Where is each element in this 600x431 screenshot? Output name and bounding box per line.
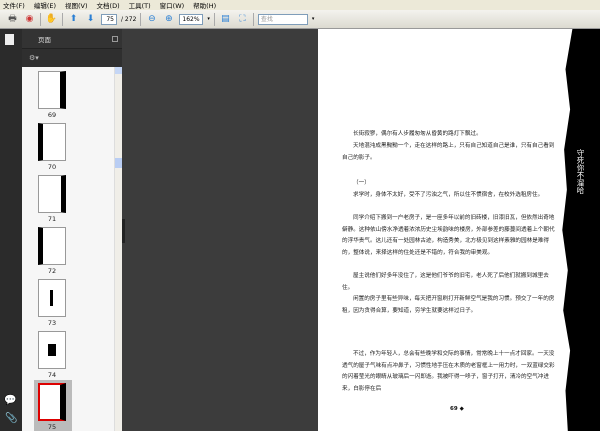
options-row: ⚙▾ <box>22 49 122 66</box>
thumbnail-label: 73 <box>47 319 57 327</box>
zoom-out-icon[interactable]: ⊖ <box>145 13 158 25</box>
thumbnail-label: 70 <box>47 163 57 171</box>
hand-icon[interactable]: ✋ <box>45 13 58 25</box>
paragraph: 求学时，身体不太好，受不了污浊之气，所以住不惯宿舍，在校外选租房住。 <box>353 192 544 198</box>
page-thumbnail[interactable] <box>38 331 66 369</box>
paragraph: 闲置的房子里有些异味，每天把开窗刷打开新鲜空气是我的习惯。预交了一年的房租，因为… <box>342 296 555 314</box>
ink-border-decoration <box>562 29 600 431</box>
thumbnail-label: 72 <box>47 267 57 275</box>
menu-window[interactable]: 窗口(W) <box>160 0 185 10</box>
page-thumbnail-selected[interactable] <box>38 383 66 421</box>
paragraph: 同学介绍下搬到一户老房子，是一座多年以前的旧砖楼，旧漆旧瓦，但依然出奇地僻静。这… <box>342 215 555 256</box>
panel-options-icon[interactable] <box>112 35 118 42</box>
zoom-dropdown-icon[interactable]: ▾ <box>207 16 210 22</box>
thumbnail-label: 71 <box>47 215 57 223</box>
gear-icon[interactable]: ⚙▾ <box>29 54 39 62</box>
divider <box>62 12 63 26</box>
page-thumbnail[interactable] <box>38 175 66 213</box>
paragraph: 不过，作为年轻人，总会有些晚学和交际的事情，常常晚上十一点才回家。一天没透气的屋… <box>342 351 555 392</box>
document-page: 长街寂寥，偶尔有人步履匆匆从昏黄的路灯下飘过。 天地混沌成黑黝黝一个，走在这样的… <box>318 29 600 431</box>
thumbnail-label: 75 <box>47 423 57 431</box>
page-thumbnail[interactable] <box>38 227 66 265</box>
document-area-background <box>122 29 318 431</box>
search-input[interactable]: 查找 <box>257 13 308 25</box>
menu-file[interactable]: 文件(F) <box>3 0 25 10</box>
menu-document[interactable]: 文档(D) <box>97 0 120 10</box>
toolbar: 🖶 ◉ ✋ ⬆ ⬇ 75 / 272 ⊖ ⊕ 162% ▾ ▤ ⛶ 查找 ▾ <box>0 10 600 29</box>
page-thumbnail[interactable] <box>38 123 66 161</box>
paragraph: 长街寂寥，偶尔有人步履匆匆从昏黄的路灯下飘过。 <box>353 131 482 137</box>
print-icon[interactable]: 🖶 <box>6 13 19 25</box>
menu-bar: 文件(F) 编辑(E) 视图(V) 文档(D) 工具(T) 窗口(W) 帮助(H… <box>0 0 600 10</box>
page-number-input[interactable]: 75 <box>101 13 117 25</box>
divider <box>252 12 254 26</box>
vertical-side-text: 守死你不溜哈 <box>576 149 585 194</box>
divider <box>40 12 41 26</box>
paragraph: 天地混沌成黑黝黝一个，走在这样的路上，只有自己知道自己是谁，只有自己看到自己的影… <box>342 143 555 161</box>
attachment-icon[interactable]: 📎 <box>5 413 17 424</box>
page-thumbnail[interactable] <box>38 279 66 317</box>
divider <box>140 12 142 26</box>
section-heading: （一） <box>353 180 370 186</box>
menu-help[interactable]: 帮助(H) <box>193 0 216 10</box>
paragraph: 屋主说他们好多年没住了，这是他们爷爷的旧宅，老人死了后他们就搬到城里去住。 <box>342 273 549 291</box>
thumbnail-label: 69 <box>47 111 57 119</box>
pages-icon[interactable] <box>5 34 14 45</box>
panel-resize-handle[interactable] <box>122 219 125 243</box>
page-thumbnail[interactable] <box>38 71 66 109</box>
search-dropdown-icon[interactable]: ▾ <box>312 16 315 22</box>
panel-header: 页面 <box>22 29 122 49</box>
next-page-icon[interactable]: ⬇ <box>84 13 97 25</box>
page-number: 69 ◆ <box>450 406 464 412</box>
pages-panel: 页面 ⚙▾ 69 70 71 72 73 74 75 <box>22 29 122 431</box>
menu-view[interactable]: 视图(V) <box>65 0 88 10</box>
zoom-input[interactable]: 162% <box>179 13 204 25</box>
menu-edit[interactable]: 编辑(E) <box>34 0 56 10</box>
menu-tools[interactable]: 工具(T) <box>129 0 151 10</box>
previous-page-icon[interactable]: ⬆ <box>67 13 80 25</box>
zoom-in-icon[interactable]: ⊕ <box>162 13 175 25</box>
divider <box>213 12 215 26</box>
navigation-sidebar: 💬 📎 <box>0 29 22 431</box>
fit-page-icon[interactable]: ⛶ <box>236 13 249 25</box>
thumbnail-label: 74 <box>47 371 57 379</box>
share-icon[interactable]: ◉ <box>23 13 36 25</box>
fit-width-icon[interactable]: ▤ <box>219 13 232 25</box>
comments-icon[interactable]: 💬 <box>4 395 16 406</box>
total-pages: / 272 <box>121 15 137 23</box>
thumbnail-scrollbar[interactable] <box>114 67 122 431</box>
panel-title: 页面 <box>38 35 51 44</box>
thumbnail-list: 69 70 71 72 73 74 75 <box>22 67 122 431</box>
